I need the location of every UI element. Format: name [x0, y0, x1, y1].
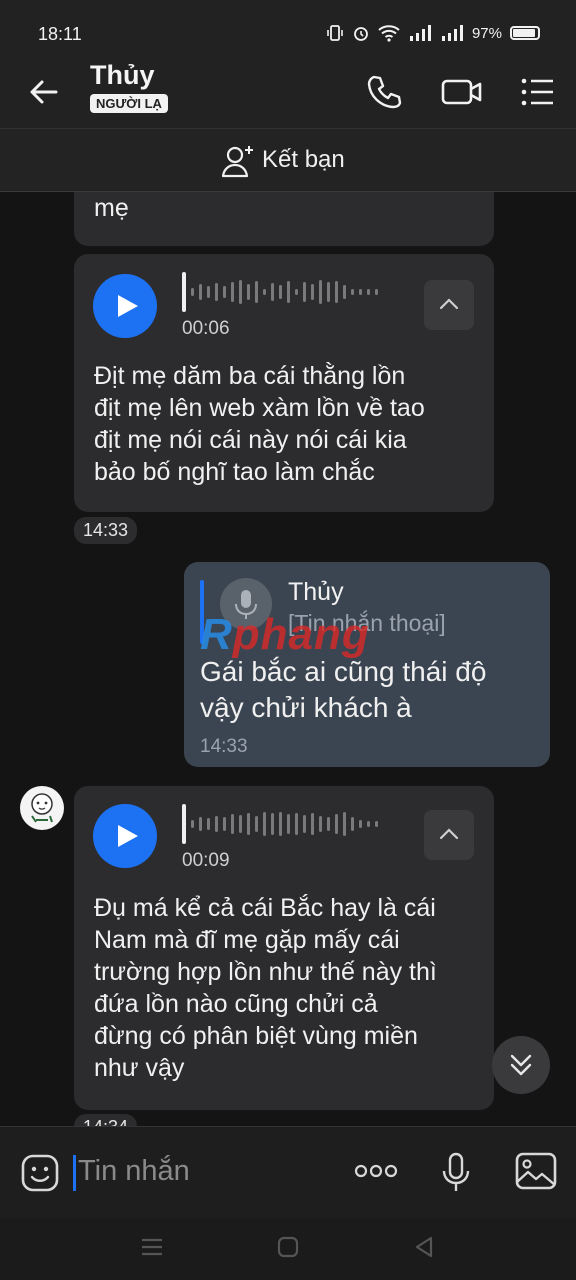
stranger-badge: NGƯỜI LẠ [90, 94, 168, 113]
message-text: mẹ [94, 194, 129, 222]
add-friend-bar[interactable]: Kết bạn [0, 128, 576, 192]
signal-icon [409, 25, 431, 41]
transcript-line: đứa lồn nào cũng chửi cả [94, 990, 378, 1018]
voice-message-bubble[interactable]: 00:09 Đụ má kể cả cái Bắc hay là cái Nam… [74, 786, 494, 1110]
message-timestamp: 14:33 [74, 517, 138, 544]
signal-icon-2 [441, 25, 463, 41]
collapse-transcript-button[interactable] [424, 280, 474, 330]
voice-duration: 00:09 [182, 850, 230, 871]
voice-waveform[interactable] [182, 804, 378, 844]
image-icon[interactable] [514, 1151, 558, 1191]
phone-icon[interactable] [364, 72, 404, 112]
vibrate-icon [327, 25, 343, 41]
nav-back-icon[interactable] [412, 1235, 436, 1259]
transcript-line: Đụ má kể cả cái Bắc hay là cái [94, 894, 436, 922]
voice-waveform[interactable] [182, 272, 378, 312]
recent-apps-icon[interactable] [140, 1236, 164, 1258]
message-bubble-outgoing[interactable]: Thủy [Tin nhắn thoại] Gái bắc ai cũng th… [184, 562, 550, 767]
play-icon[interactable] [93, 804, 157, 868]
watermark-logo: Rphang [200, 610, 370, 659]
transcript-line: trường hợp lồn như thế này thì [94, 958, 437, 986]
video-call-icon[interactable] [440, 72, 484, 112]
add-friend-icon [221, 146, 253, 178]
status-time: 18:11 [38, 24, 82, 44]
scroll-down-button[interactable] [492, 1036, 550, 1094]
collapse-transcript-button[interactable] [424, 810, 474, 860]
transcript-line: bảo bố nghĩ tao làm chắc [94, 458, 375, 486]
home-icon[interactable] [276, 1235, 300, 1259]
status-bar: 18:11 97% [0, 0, 576, 56]
quoted-sender-name: Thủy [288, 578, 344, 606]
message-composer: Tin nhắn [0, 1126, 576, 1218]
battery-icon [510, 26, 540, 40]
system-nav-bar [0, 1218, 576, 1280]
message-input[interactable]: Tin nhắn [78, 1155, 190, 1188]
transcript-line: địt mẹ nói cái này nói cái kia [94, 426, 407, 454]
collapse-chevron-icon [439, 828, 459, 840]
status-icons: 97% [326, 24, 540, 42]
transcript-line: địt mẹ lên web xàm lồn về tao [94, 394, 425, 422]
battery-percent: 97% [471, 24, 502, 42]
message-timestamp: 14:34 [74, 1114, 138, 1126]
back-arrow-icon[interactable] [26, 74, 62, 110]
voice-message-bubble[interactable]: 00:06 Địt mẹ dăm ba cái thằng lồn địt mẹ… [74, 254, 494, 512]
contact-name[interactable]: Thủy [90, 60, 155, 91]
message-text: vậy chửi khách à [200, 692, 412, 723]
transcript-line: như vậy [94, 1054, 185, 1082]
avatar-sticker-icon [31, 793, 53, 823]
more-options-icon[interactable] [354, 1161, 398, 1181]
alarm-icon [354, 27, 368, 41]
message-bubble-incoming[interactable]: mẹ [74, 192, 494, 246]
wifi-icon [378, 25, 400, 42]
scroll-down-icon [510, 1054, 532, 1076]
transcript-line: Nam mà đĩ mẹ gặp mấy cái [94, 926, 400, 954]
sticker-icon[interactable] [20, 1153, 60, 1193]
text-cursor [73, 1155, 76, 1191]
avatar[interactable] [20, 786, 64, 830]
message-list[interactable]: mẹ 00:06 Địt mẹ dăm ba cái thằng lồn địt… [0, 192, 576, 1126]
message-timestamp: 14:33 [200, 736, 248, 757]
play-icon[interactable] [93, 274, 157, 338]
menu-list-icon[interactable] [518, 72, 558, 112]
transcript-line: Địt mẹ dăm ba cái thằng lồn [94, 362, 406, 390]
add-friend-label: Kết bạn [262, 146, 345, 173]
microphone-icon[interactable] [440, 1151, 472, 1195]
voice-duration: 00:06 [182, 318, 230, 339]
collapse-chevron-icon [439, 298, 459, 310]
chat-header: Thủy NGƯỜI LẠ [0, 56, 576, 128]
transcript-line: đừng có phân biệt vùng miền [94, 1022, 418, 1050]
